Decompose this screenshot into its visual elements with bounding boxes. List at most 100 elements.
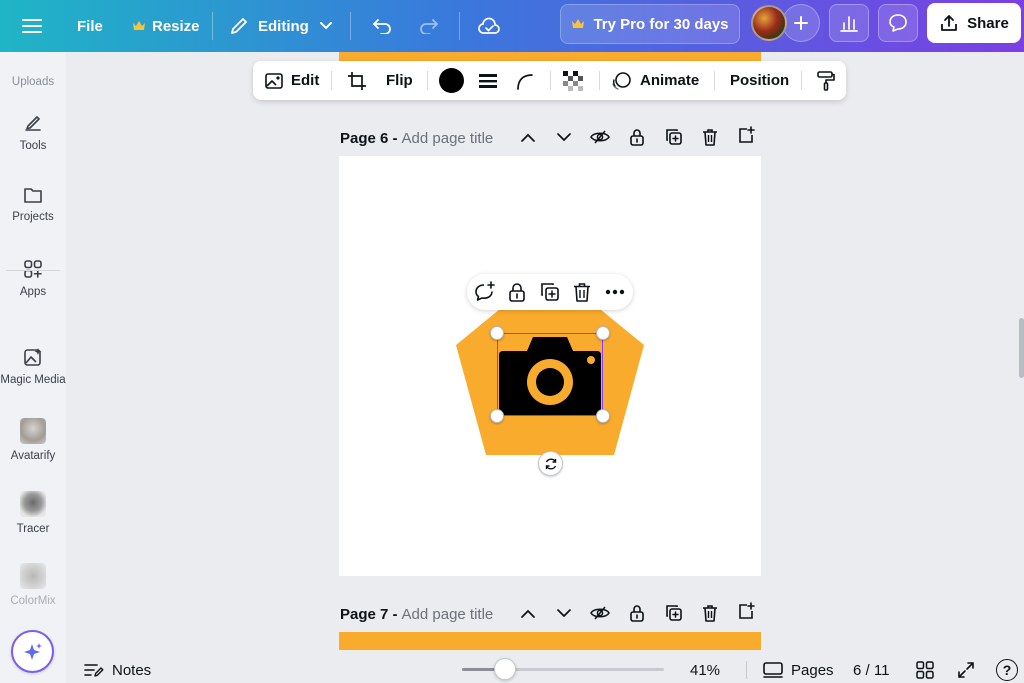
sidebar-item-magic-media[interactable]: Magic Media bbox=[0, 346, 66, 386]
corner-radius-icon bbox=[515, 71, 535, 91]
crown-icon bbox=[132, 20, 146, 32]
zoom-slider-track[interactable] bbox=[462, 668, 664, 671]
sidebar-item-apps[interactable]: Apps bbox=[0, 258, 66, 298]
editing-mode-button[interactable]: Editing bbox=[229, 0, 332, 52]
copy-style-button[interactable] bbox=[816, 61, 836, 100]
lock-element-icon[interactable] bbox=[506, 281, 528, 303]
element-floating-toolbar bbox=[467, 274, 633, 310]
sidebar-item-label: Tools bbox=[19, 140, 47, 152]
resize-button[interactable]: Resize bbox=[132, 0, 200, 52]
page-title-input[interactable]: Add page title bbox=[402, 606, 494, 623]
pages-icon bbox=[763, 661, 783, 679]
more-options-icon[interactable] bbox=[604, 281, 626, 303]
animate-icon bbox=[611, 71, 633, 91]
share-button[interactable]: Share bbox=[927, 3, 1021, 43]
position-button[interactable]: Position bbox=[730, 61, 789, 100]
sidebar-item-uploads[interactable]: Uploads bbox=[0, 70, 66, 88]
corner-rounding-button[interactable] bbox=[515, 61, 535, 100]
upload-icon bbox=[939, 13, 959, 33]
page-label: Page 7 - bbox=[340, 605, 398, 623]
duplicate-page-icon[interactable] bbox=[663, 602, 685, 624]
border-lines-icon bbox=[478, 72, 498, 90]
duplicate-element-icon[interactable] bbox=[539, 281, 561, 303]
menu-icon[interactable] bbox=[22, 0, 42, 52]
top-bar: File Resize Editing bbox=[0, 0, 1024, 52]
comment-icon bbox=[888, 13, 908, 33]
resize-handle-bottom-left[interactable] bbox=[490, 409, 504, 423]
folder-icon bbox=[22, 185, 44, 205]
sidebar-item-label: Uploads bbox=[11, 76, 55, 88]
page-title-input[interactable]: Add page title bbox=[402, 130, 494, 147]
add-page-icon[interactable] bbox=[735, 600, 757, 622]
comments-button[interactable] bbox=[878, 4, 918, 42]
try-pro-button[interactable]: Try Pro for 30 days bbox=[560, 4, 740, 44]
sidebar-item-projects[interactable]: Projects bbox=[0, 185, 66, 223]
pencil-icon bbox=[229, 16, 249, 36]
lock-page-icon[interactable] bbox=[626, 602, 648, 624]
border-style-button[interactable] bbox=[478, 61, 498, 100]
hide-page-icon[interactable] bbox=[589, 126, 611, 148]
notes-label: Notes bbox=[112, 661, 152, 679]
vertical-scrollbar[interactable] bbox=[1019, 318, 1024, 378]
page-7-header: Page 7 - Add page title bbox=[340, 602, 493, 626]
sidebar-item-tools[interactable]: Tools bbox=[0, 112, 66, 152]
add-comment-icon[interactable] bbox=[474, 281, 496, 303]
animate-button[interactable]: Animate bbox=[611, 61, 699, 100]
user-avatar[interactable] bbox=[751, 5, 787, 41]
sidebar-item-label: Apps bbox=[19, 286, 47, 298]
pages-button[interactable]: Pages bbox=[763, 659, 834, 681]
delete-element-icon[interactable] bbox=[571, 281, 593, 303]
cloud-saved-icon[interactable] bbox=[478, 0, 500, 52]
pages-label: Pages bbox=[791, 661, 834, 679]
page-counter[interactable]: 6 / 11 bbox=[853, 659, 889, 681]
notes-button[interactable]: Notes bbox=[84, 659, 151, 681]
plus-icon bbox=[793, 15, 809, 31]
sidebar-item-avatarify[interactable]: Avatarify bbox=[0, 418, 66, 462]
move-page-up-icon[interactable] bbox=[517, 126, 539, 148]
sidebar-item-tracer[interactable]: Tracer bbox=[0, 491, 66, 535]
resize-handle-top-left[interactable] bbox=[490, 326, 504, 340]
move-page-up-icon[interactable] bbox=[517, 602, 539, 624]
apps-grid-icon bbox=[22, 258, 44, 280]
redo-icon[interactable] bbox=[419, 0, 439, 52]
transparency-button[interactable] bbox=[563, 61, 583, 100]
color-swatch-button[interactable] bbox=[439, 61, 464, 100]
next-page-top[interactable] bbox=[339, 632, 761, 650]
zoom-level[interactable]: 41% bbox=[690, 659, 720, 681]
move-page-down-icon[interactable] bbox=[553, 126, 575, 148]
invite-plus-button[interactable] bbox=[782, 4, 820, 42]
bar-chart-icon bbox=[839, 14, 859, 32]
lock-page-icon[interactable] bbox=[626, 126, 648, 148]
color-swatch bbox=[439, 68, 464, 93]
help-button[interactable]: ? bbox=[996, 659, 1018, 681]
selection-box bbox=[497, 333, 603, 416]
magic-assistant-button[interactable] bbox=[11, 630, 54, 673]
delete-page-icon[interactable] bbox=[699, 126, 721, 148]
delete-page-icon[interactable] bbox=[699, 602, 721, 624]
colormix-app-icon bbox=[20, 563, 46, 589]
file-menu[interactable]: File bbox=[77, 0, 103, 52]
move-page-down-icon[interactable] bbox=[553, 602, 575, 624]
rotate-handle[interactable] bbox=[538, 451, 563, 476]
sidebar-item-colormix[interactable]: ColorMix bbox=[0, 563, 66, 607]
edit-image-button[interactable]: Edit bbox=[264, 61, 319, 100]
crop-icon bbox=[347, 71, 367, 91]
undo-icon[interactable] bbox=[372, 0, 392, 52]
insights-button[interactable] bbox=[829, 4, 869, 42]
try-pro-label: Try Pro for 30 days bbox=[593, 15, 729, 33]
fullscreen-icon[interactable] bbox=[957, 659, 975, 681]
resize-handle-top-right[interactable] bbox=[596, 326, 610, 340]
crop-button[interactable] bbox=[347, 61, 367, 100]
share-label: Share bbox=[967, 14, 1009, 32]
zoom-slider-handle[interactable] bbox=[494, 658, 517, 680]
sidebar-item-label: Magic Media bbox=[0, 374, 66, 386]
sparkle-icon bbox=[22, 641, 44, 663]
resize-handle-bottom-right[interactable] bbox=[596, 409, 610, 423]
rotate-icon bbox=[544, 457, 558, 471]
add-page-icon[interactable] bbox=[735, 124, 757, 146]
duplicate-page-icon[interactable] bbox=[663, 126, 685, 148]
hide-page-icon[interactable] bbox=[589, 602, 611, 624]
grid-view-icon[interactable] bbox=[916, 659, 934, 681]
editing-label: Editing bbox=[258, 17, 309, 35]
flip-button[interactable]: Flip bbox=[386, 61, 413, 100]
